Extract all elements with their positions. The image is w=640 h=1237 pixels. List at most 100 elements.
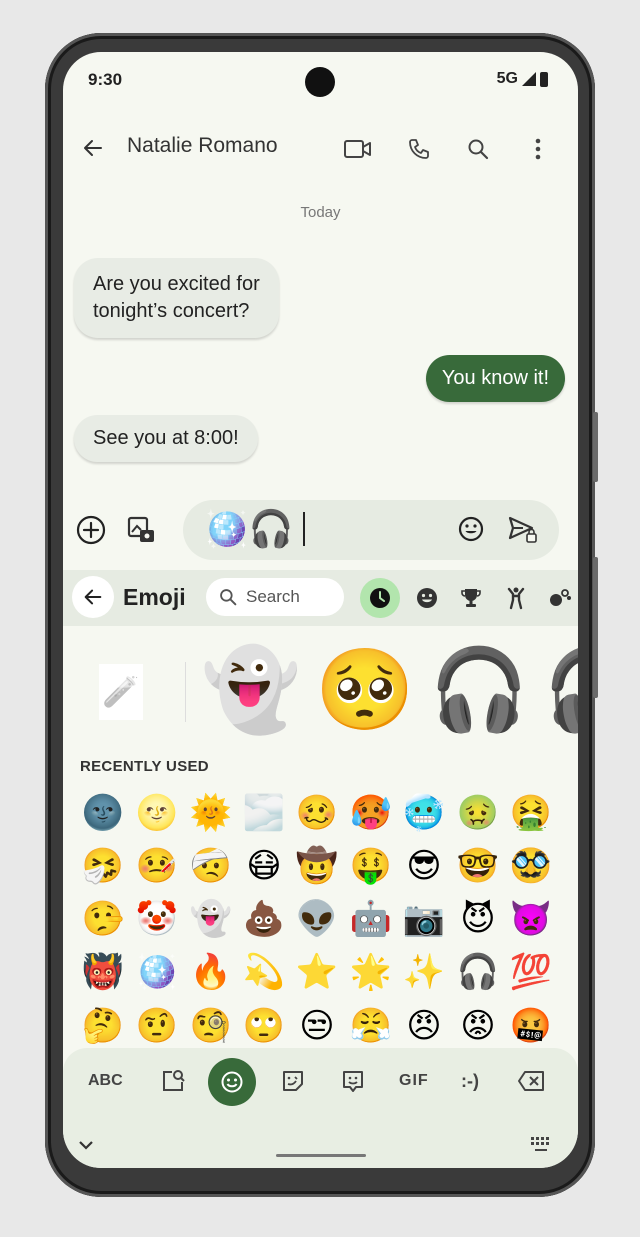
battery-icon xyxy=(540,71,548,87)
emoji-key[interactable]: 🤔 xyxy=(81,1004,125,1048)
sticker-ghost-headphones[interactable]: 👻 xyxy=(201,640,301,740)
emoji-key[interactable]: ✨ xyxy=(402,950,446,994)
emoji-search-button[interactable] xyxy=(158,1066,188,1096)
emoji-key[interactable]: 🥴 xyxy=(295,791,339,835)
emoji-key[interactable]: 😈 xyxy=(456,897,500,941)
emoji-key[interactable]: 🪩 xyxy=(135,950,179,994)
home-gesture-bar[interactable] xyxy=(276,1154,366,1157)
sticker-tab-button[interactable] xyxy=(278,1066,308,1096)
hide-keyboard-button[interactable] xyxy=(75,1134,97,1156)
emoji-key[interactable]: 🌟 xyxy=(349,950,393,994)
arrow-left-icon xyxy=(84,589,102,605)
video-call-button[interactable] xyxy=(341,132,375,166)
emoji-key[interactable]: 🔥 xyxy=(189,950,233,994)
emoji-kitchen-sticker[interactable]: 🧪 xyxy=(99,664,143,720)
emoji-key[interactable]: 💩 xyxy=(242,897,286,941)
emoji-key[interactable]: 🌞 xyxy=(189,791,233,835)
emoticon-tab-button[interactable]: :-) xyxy=(461,1071,479,1092)
abc-keyboard-button[interactable]: ABC xyxy=(88,1072,123,1090)
add-attachment-button[interactable] xyxy=(75,514,107,546)
emoji-tab-button[interactable] xyxy=(208,1058,256,1106)
emoji-key[interactable]: 😡 xyxy=(456,1004,500,1048)
arrow-left-icon xyxy=(84,140,102,156)
emoji-key[interactable]: 👽 xyxy=(295,897,339,941)
emoji-key[interactable]: 👻 xyxy=(189,897,233,941)
more-vert-icon xyxy=(535,138,541,160)
emoji-key[interactable]: 📷 xyxy=(402,897,446,941)
emoji-key[interactable]: 🌚 xyxy=(81,791,125,835)
gallery-camera-button[interactable] xyxy=(126,514,158,546)
emoji-key[interactable]: 💫 xyxy=(242,950,286,994)
emoji-key[interactable]: 🤠 xyxy=(295,844,339,888)
emoji-key[interactable]: 😤 xyxy=(349,1004,393,1048)
emoji-key[interactable]: 👿 xyxy=(509,897,553,941)
emoji-key[interactable]: 🤡 xyxy=(135,897,179,941)
bitmoji-tab-button[interactable] xyxy=(338,1066,368,1096)
category-recent-tab[interactable] xyxy=(360,578,400,618)
emoji-key[interactable]: 🤬 xyxy=(509,1004,553,1048)
emoji-key[interactable]: 🥸 xyxy=(509,844,553,888)
emoji-key[interactable]: 🤥 xyxy=(81,897,125,941)
contact-name[interactable]: Natalie Romano xyxy=(127,134,278,158)
emoji-key[interactable]: 🤑 xyxy=(349,844,393,888)
back-button[interactable] xyxy=(77,132,109,164)
gif-tab-button[interactable]: GIF xyxy=(399,1072,429,1090)
more-options-button[interactable] xyxy=(521,132,555,166)
emoji-key[interactable]: 🌫️ xyxy=(242,791,286,835)
emoji-key[interactable]: 🥶 xyxy=(402,791,446,835)
backspace-button[interactable] xyxy=(516,1066,546,1096)
sticker-partial[interactable]: 🎧 xyxy=(543,640,578,740)
sticker-pleading-headphones[interactable]: 🥺 xyxy=(315,640,415,740)
emoji-key[interactable]: 🥵 xyxy=(349,791,393,835)
emoji-key[interactable]: 🎧 xyxy=(456,950,500,994)
sticker-icon xyxy=(283,1071,303,1091)
message-bubble-outgoing[interactable]: You know it! xyxy=(425,355,565,402)
search-button[interactable] xyxy=(461,132,495,166)
network-type: 5G xyxy=(496,70,518,87)
emoji-key[interactable]: 🧐 xyxy=(189,1004,233,1048)
emoji-key[interactable]: ⭐ xyxy=(295,950,339,994)
emoji-key[interactable]: 🌝 xyxy=(135,791,179,835)
emoji-key[interactable]: 🤧 xyxy=(81,844,125,888)
status-time: 9:30 xyxy=(88,70,123,89)
category-objects-tab[interactable] xyxy=(544,582,576,614)
trophy-icon xyxy=(461,589,481,607)
emoji-key[interactable]: 😎 xyxy=(402,844,446,888)
send-button[interactable] xyxy=(506,512,540,546)
message-text: You know it! xyxy=(441,367,549,389)
smiley-icon xyxy=(221,1071,243,1093)
front-camera xyxy=(305,67,335,97)
emoji-key[interactable]: 😠 xyxy=(402,1004,446,1048)
message-bubble-incoming[interactable]: See you at 8:00! xyxy=(74,415,258,462)
sticker-sparkle-headphones[interactable]: 🎧 xyxy=(429,640,529,740)
emoji-key[interactable]: 🤖 xyxy=(349,897,393,941)
emoji-key[interactable]: 🙄 xyxy=(242,1004,286,1048)
phone-call-button[interactable] xyxy=(402,132,436,166)
emoji-key[interactable]: 🤮 xyxy=(509,791,553,835)
volume-button xyxy=(593,557,598,698)
search-icon xyxy=(220,589,237,606)
category-people-tab[interactable] xyxy=(500,582,532,614)
emoji-search-placeholder: Search xyxy=(246,587,300,606)
emoji-back-button[interactable] xyxy=(72,576,114,618)
emoji-key[interactable]: 😒 xyxy=(295,1004,339,1048)
message-bubble-incoming[interactable]: Are you excited for tonight’s concert? xyxy=(74,258,279,338)
emoji-key[interactable]: 😷 xyxy=(242,844,286,888)
emoji-key[interactable]: 🤕 xyxy=(189,844,233,888)
category-smileys-tab[interactable] xyxy=(411,582,443,614)
emoji-key[interactable]: 👹 xyxy=(81,950,125,994)
sticker-search-icon xyxy=(163,1070,185,1091)
emoji-toggle-button[interactable] xyxy=(456,514,486,544)
signal-icon xyxy=(522,72,536,86)
emoji-key[interactable]: 🤒 xyxy=(135,844,179,888)
switch-keyboard-button[interactable] xyxy=(528,1134,554,1156)
emoji-key[interactable]: 💯 xyxy=(509,950,553,994)
smiley-icon xyxy=(417,588,437,608)
category-activities-tab[interactable] xyxy=(455,582,487,614)
flask-icon: 🧪 xyxy=(102,675,140,709)
emoji-key[interactable]: 🤓 xyxy=(456,844,500,888)
clock-icon xyxy=(370,588,390,608)
keyboard-icon xyxy=(531,1137,549,1151)
emoji-key[interactable]: 🤢 xyxy=(456,791,500,835)
emoji-key[interactable]: 🤨 xyxy=(135,1004,179,1048)
